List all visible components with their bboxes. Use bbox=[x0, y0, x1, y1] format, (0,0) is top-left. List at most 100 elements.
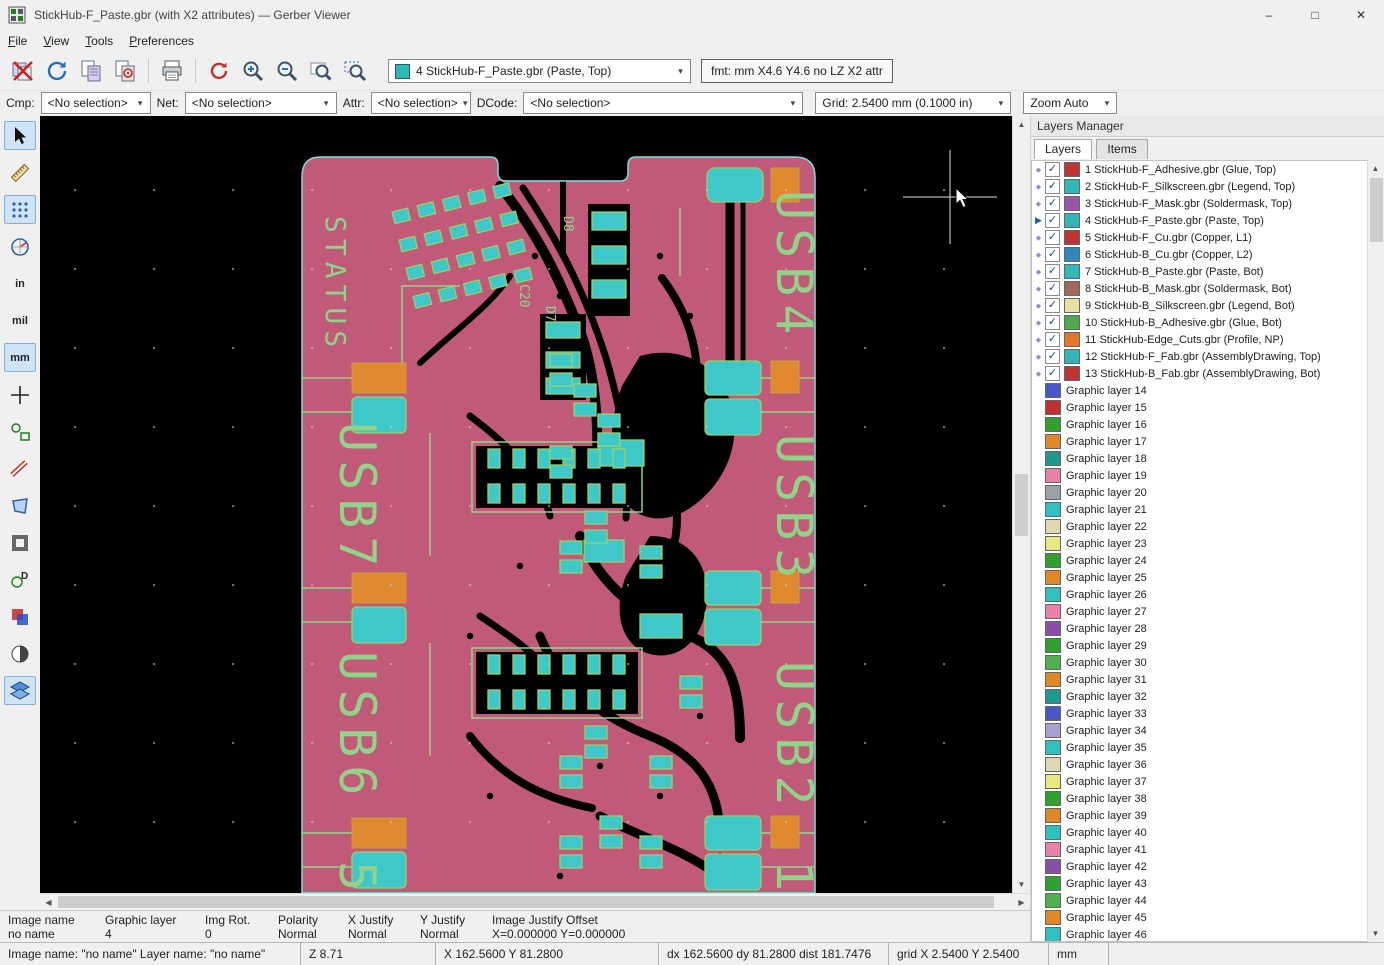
layer-visibility-checkbox[interactable]: ✓ bbox=[1045, 179, 1060, 194]
zoom-dropdown[interactable]: Zoom Auto▾ bbox=[1023, 92, 1117, 114]
layer-visibility-checkbox[interactable]: ✓ bbox=[1045, 162, 1060, 177]
canvas-horizontal-scrollbar[interactable]: ◀ ▶ bbox=[40, 893, 1030, 910]
tab-layers[interactable]: Layers bbox=[1034, 139, 1092, 159]
layer-visibility-checkbox[interactable]: ✓ bbox=[1045, 366, 1060, 381]
tab-items[interactable]: Items bbox=[1096, 139, 1147, 159]
layer-visibility-checkbox[interactable]: ✓ bbox=[1045, 298, 1060, 313]
layer-row[interactable]: ◆✓8 StickHub-B_Mask.gbr (Soldermask, Bot… bbox=[1032, 280, 1367, 297]
layer-color-swatch[interactable] bbox=[1045, 689, 1061, 704]
graphic-layer-row[interactable]: Graphic layer 14 bbox=[1032, 382, 1367, 399]
polygons-sketch-toggle[interactable] bbox=[4, 491, 36, 520]
layer-color-swatch[interactable] bbox=[1045, 876, 1061, 891]
select-tool[interactable] bbox=[4, 121, 36, 150]
graphic-layer-row[interactable]: Graphic layer 19 bbox=[1032, 467, 1367, 484]
cursor-shape-toggle[interactable] bbox=[4, 380, 36, 409]
diff-mode-toggle[interactable] bbox=[4, 602, 36, 631]
graphic-layer-row[interactable]: Graphic layer 23 bbox=[1032, 535, 1367, 552]
graphic-layer-row[interactable]: Graphic layer 30 bbox=[1032, 654, 1367, 671]
layer-color-swatch[interactable] bbox=[1045, 859, 1061, 874]
layer-color-swatch[interactable] bbox=[1045, 553, 1061, 568]
layer-color-swatch[interactable] bbox=[1045, 536, 1061, 551]
layer-row[interactable]: ◆✓11 StickHub-Edge_Cuts.gbr (Profile, NP… bbox=[1032, 331, 1367, 348]
layer-color-swatch[interactable] bbox=[1045, 723, 1061, 738]
layer-color-swatch[interactable] bbox=[1045, 655, 1061, 670]
graphic-layer-row[interactable]: Graphic layer 32 bbox=[1032, 688, 1367, 705]
layer-color-swatch[interactable] bbox=[1045, 502, 1061, 517]
layer-color-swatch[interactable] bbox=[1045, 587, 1061, 602]
layer-color-swatch[interactable] bbox=[1045, 434, 1061, 449]
print-icon[interactable] bbox=[157, 56, 187, 86]
graphic-layer-row[interactable]: Graphic layer 28 bbox=[1032, 620, 1367, 637]
graphic-layer-row[interactable]: Graphic layer 36 bbox=[1032, 756, 1367, 773]
cmp-dropdown[interactable]: <No selection>▾ bbox=[41, 92, 151, 114]
layer-color-swatch[interactable] bbox=[1045, 383, 1061, 398]
layer-color-swatch[interactable] bbox=[1064, 213, 1080, 228]
menu-file[interactable]: File bbox=[0, 32, 35, 50]
scroll-right-icon[interactable]: ▶ bbox=[1013, 894, 1030, 911]
graphic-layer-row[interactable]: Graphic layer 45 bbox=[1032, 909, 1367, 926]
layer-color-swatch[interactable] bbox=[1045, 706, 1061, 721]
graphic-layer-row[interactable]: Graphic layer 40 bbox=[1032, 824, 1367, 841]
vertical-scroll-thumb[interactable] bbox=[1015, 474, 1028, 536]
layer-visibility-checkbox[interactable]: ✓ bbox=[1045, 196, 1060, 211]
layer-color-swatch[interactable] bbox=[1045, 774, 1061, 789]
layer-visibility-checkbox[interactable]: ✓ bbox=[1045, 247, 1060, 262]
zoom-in-icon[interactable] bbox=[238, 56, 268, 86]
graphic-layer-row[interactable]: Graphic layer 31 bbox=[1032, 671, 1367, 688]
layer-color-swatch[interactable] bbox=[1045, 485, 1061, 500]
graphic-layer-row[interactable]: Graphic layer 43 bbox=[1032, 875, 1367, 892]
graphic-layer-row[interactable]: Graphic layer 42 bbox=[1032, 858, 1367, 875]
scroll-up-icon[interactable]: ▲ bbox=[1013, 116, 1030, 133]
layers-manager-toggle[interactable] bbox=[4, 676, 36, 705]
layer-color-swatch[interactable] bbox=[1064, 247, 1080, 262]
layer-visibility-checkbox[interactable]: ✓ bbox=[1045, 230, 1060, 245]
layer-visibility-checkbox[interactable]: ✓ bbox=[1045, 213, 1060, 228]
zoom-fit-icon[interactable] bbox=[306, 56, 336, 86]
layer-color-swatch[interactable] bbox=[1064, 179, 1080, 194]
graphic-layer-row[interactable]: Graphic layer 29 bbox=[1032, 637, 1367, 654]
layer-color-swatch[interactable] bbox=[1045, 842, 1061, 857]
layer-color-swatch[interactable] bbox=[1045, 604, 1061, 619]
scroll-up-icon[interactable]: ▲ bbox=[1367, 160, 1384, 177]
layer-color-swatch[interactable] bbox=[1045, 893, 1061, 908]
layer-row[interactable]: ◆✓13 StickHub-B_Fab.gbr (AssemblyDrawing… bbox=[1032, 365, 1367, 382]
layers-scroll-thumb[interactable] bbox=[1370, 178, 1383, 242]
graphic-layer-row[interactable]: Graphic layer 27 bbox=[1032, 603, 1367, 620]
clear-all-layers-icon[interactable] bbox=[8, 56, 38, 86]
scroll-down-icon[interactable]: ▼ bbox=[1367, 925, 1384, 942]
graphic-layer-row[interactable]: Graphic layer 33 bbox=[1032, 705, 1367, 722]
menu-tools[interactable]: Tools bbox=[77, 32, 121, 50]
layer-color-swatch[interactable] bbox=[1045, 519, 1061, 534]
graphic-layer-row[interactable]: Graphic layer 46 bbox=[1032, 926, 1367, 942]
layer-color-swatch[interactable] bbox=[1045, 910, 1061, 925]
menu-view[interactable]: View bbox=[35, 32, 77, 50]
layer-color-swatch[interactable] bbox=[1045, 417, 1061, 432]
layer-visibility-checkbox[interactable]: ✓ bbox=[1045, 349, 1060, 364]
layer-color-swatch[interactable] bbox=[1064, 298, 1080, 313]
graphic-layer-row[interactable]: Graphic layer 39 bbox=[1032, 807, 1367, 824]
layer-visibility-checkbox[interactable]: ✓ bbox=[1045, 315, 1060, 330]
layer-color-swatch[interactable] bbox=[1045, 400, 1061, 415]
graphic-layer-row[interactable]: Graphic layer 44 bbox=[1032, 892, 1367, 909]
units-mm-toggle[interactable]: mm bbox=[4, 343, 36, 372]
layer-color-swatch[interactable] bbox=[1064, 366, 1080, 381]
pcb-canvas[interactable]: D8 C20 D7 STATUS USB7 USB6 5 USB4 USB3 U… bbox=[40, 116, 1012, 893]
units-mils-toggle[interactable]: mil bbox=[4, 306, 36, 335]
close-button[interactable]: ✕ bbox=[1338, 0, 1384, 30]
layer-color-swatch[interactable] bbox=[1045, 638, 1061, 653]
graphic-layer-row[interactable]: Graphic layer 18 bbox=[1032, 450, 1367, 467]
menu-preferences[interactable]: Preferences bbox=[121, 32, 202, 50]
layer-color-swatch[interactable] bbox=[1045, 468, 1061, 483]
layer-color-swatch[interactable] bbox=[1064, 315, 1080, 330]
layer-row[interactable]: ◆✓7 StickHub-B_Paste.gbr (Paste, Bot) bbox=[1032, 263, 1367, 280]
graphic-layer-row[interactable]: Graphic layer 22 bbox=[1032, 518, 1367, 535]
open-gerber-file-icon[interactable] bbox=[76, 56, 106, 86]
graphic-layer-row[interactable]: Graphic layer 38 bbox=[1032, 790, 1367, 807]
flashed-items-sketch-toggle[interactable] bbox=[4, 417, 36, 446]
layer-color-swatch[interactable] bbox=[1064, 230, 1080, 245]
horizontal-scroll-thumb[interactable] bbox=[58, 896, 994, 908]
zoom-redraw-icon[interactable] bbox=[204, 56, 234, 86]
graphic-layer-row[interactable]: Graphic layer 37 bbox=[1032, 773, 1367, 790]
layer-color-swatch[interactable] bbox=[1064, 162, 1080, 177]
graphic-layer-row[interactable]: Graphic layer 24 bbox=[1032, 552, 1367, 569]
